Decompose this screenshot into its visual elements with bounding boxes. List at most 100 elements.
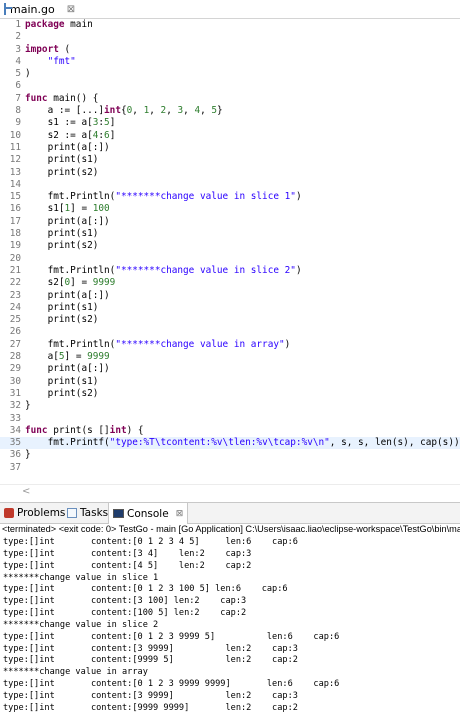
go-file-icon [4, 3, 12, 15]
line-number: 21 [9, 264, 21, 276]
editor-horizontal-scrollbar[interactable]: < [0, 484, 460, 499]
console-output[interactable]: type:[]int content:[0 1 2 3 4 5] len:6 c… [0, 537, 460, 718]
code-token: ] = [70, 277, 93, 289]
code-line[interactable]: 10 s2 := a[4:6] [0, 130, 460, 142]
code-text: fmt.Println("*******change value in slic… [25, 191, 302, 203]
code-line[interactable]: 6 [0, 80, 460, 92]
code-token: , [166, 105, 178, 117]
code-text: } [25, 400, 31, 412]
tab-problems[interactable]: Problems [4, 503, 65, 523]
code-text: a := [...]int{0, 1, 2, 3, 4, 5} [25, 105, 223, 117]
code-token: print(s2) [25, 240, 99, 252]
console-line: type:[]int content:[3 9999] len:2 cap:3 [3, 690, 298, 701]
line-number: 9 [15, 117, 21, 129]
code-token: func [25, 424, 48, 436]
code-token: ] [109, 117, 116, 129]
scroll-left-icon[interactable]: < [22, 485, 30, 499]
code-line[interactable]: 16 s1[1] = 100 [0, 203, 460, 215]
code-line[interactable]: 17 print(a[:]) [0, 216, 460, 228]
code-line[interactable]: 20 [0, 253, 460, 265]
code-text: "fmt" [25, 56, 76, 68]
code-line[interactable]: 27 fmt.Println("*******change value in a… [0, 339, 460, 351]
code-line[interactable]: 30 print(s1) [0, 376, 460, 388]
line-number: 23 [9, 289, 21, 301]
code-text: print(s1) [25, 154, 99, 166]
code-token: s2[ [25, 277, 65, 289]
code-line[interactable]: 23 print(a[:]) [0, 290, 460, 302]
line-number: 33 [9, 412, 21, 424]
editor-tab-main-go[interactable]: main.go ⊠ [0, 0, 75, 18]
code-token: print(s2) [25, 387, 99, 399]
code-line[interactable]: 21 fmt.Println("*******change value in s… [0, 265, 460, 277]
tab-tasks-label: Tasks [80, 507, 109, 519]
code-line[interactable]: 11 print(a[:]) [0, 142, 460, 154]
editor-tab-label: main.go [10, 2, 55, 16]
code-line[interactable]: 22 s2[0] = 9999 [0, 277, 460, 289]
code-line[interactable]: 37 [0, 462, 460, 474]
code-token: , [183, 105, 195, 117]
code-line[interactable]: 31 print(s2) [0, 388, 460, 400]
console-line: type:[]int content:[0 1 2 3 9999 9999] l… [3, 679, 340, 690]
code-line[interactable]: 12 print(s1) [0, 154, 460, 166]
code-text: print(s1) [25, 228, 99, 240]
line-number: 6 [15, 80, 21, 92]
code-text: ) [25, 68, 31, 80]
code-line[interactable]: 3 import ( [0, 44, 460, 56]
code-line[interactable]: 14 [0, 179, 460, 191]
code-token: fmt.Printf( [25, 437, 110, 449]
code-token: a := [...] [25, 105, 105, 117]
code-line[interactable]: 18 print(s1) [0, 228, 460, 240]
code-line[interactable]: 9 s1 := a[3:5] [0, 117, 460, 129]
line-number: 17 [9, 215, 21, 227]
code-text: s2 := a[4:6] [25, 129, 116, 142]
code-token: ] = [64, 351, 88, 363]
code-line[interactable]: 13 print(s2) [0, 167, 460, 179]
code-editor[interactable]: 1 package main 2 3 import (4 "fmt" 5) 6 7 func m… [0, 19, 460, 484]
code-text: fmt.Println("*******change value in arra… [25, 339, 291, 351]
tab-tasks[interactable]: Tasks [67, 503, 108, 523]
code-line[interactable]: 24 print(s1) [0, 302, 460, 314]
code-token: ) [295, 264, 302, 276]
code-line[interactable]: 2 [0, 31, 460, 43]
code-line[interactable]: 8 a := [...]int{0, 1, 2, 3, 4, 5} [0, 105, 460, 117]
code-line[interactable]: 28 a[5] = 9999 [0, 351, 460, 363]
code-line[interactable]: 32} [0, 400, 460, 412]
code-token: ] = [70, 203, 93, 215]
code-text: fmt.Println("*******change value in slic… [25, 265, 302, 277]
code-line[interactable]: 15 fmt.Println("*******change value in s… [0, 191, 460, 203]
code-text: print(a[:]) [25, 216, 110, 228]
console-line: *******change value in slice 2 [3, 619, 159, 630]
code-token: "*******change value in slice 1" [115, 191, 296, 203]
code-token: fmt.Println( [25, 191, 116, 203]
code-line[interactable]: 25 print(s2) [0, 314, 460, 326]
code-token: ) [295, 191, 302, 203]
close-console-icon[interactable]: ⊠ [176, 509, 184, 519]
close-tab-icon[interactable]: ⊠ [67, 4, 75, 15]
code-line[interactable]: 7 func main() { [0, 93, 460, 105]
code-token: print(s2) [25, 166, 99, 178]
code-line[interactable]: 33 [0, 413, 460, 425]
code-text: func main() { [25, 93, 98, 105]
code-token: ] [109, 129, 116, 141]
code-token: print(s [] [47, 424, 110, 436]
code-line[interactable]: 36} [0, 449, 460, 461]
line-number: 22 [9, 277, 21, 289]
code-line[interactable]: 35 fmt.Printf("type:%T\tcontent:%v\tlen:… [0, 437, 460, 450]
line-number: 14 [9, 178, 21, 190]
code-token: a[ [25, 351, 59, 363]
code-line[interactable]: 5) [0, 68, 460, 80]
code-text: import ( [25, 44, 70, 56]
console-line: type:[]int content:[9999 9999] len:2 cap… [3, 702, 298, 713]
tab-console[interactable]: Console ⊠ [108, 503, 189, 524]
code-token: main() { [47, 92, 99, 104]
code-line[interactable]: 29 print(a[:]) [0, 363, 460, 375]
code-text: print(s1) [25, 302, 99, 314]
code-line[interactable]: 19 print(s2) [0, 240, 460, 252]
code-line[interactable]: 34 func print(s []int) { [0, 425, 460, 437]
code-text: print(s2) [25, 387, 99, 400]
code-line[interactable]: 4 "fmt" [0, 56, 460, 68]
line-number: 16 [9, 203, 21, 215]
code-line[interactable]: 26 [0, 326, 460, 338]
code-line[interactable]: 1 package main [0, 19, 460, 31]
problems-icon [4, 508, 14, 518]
